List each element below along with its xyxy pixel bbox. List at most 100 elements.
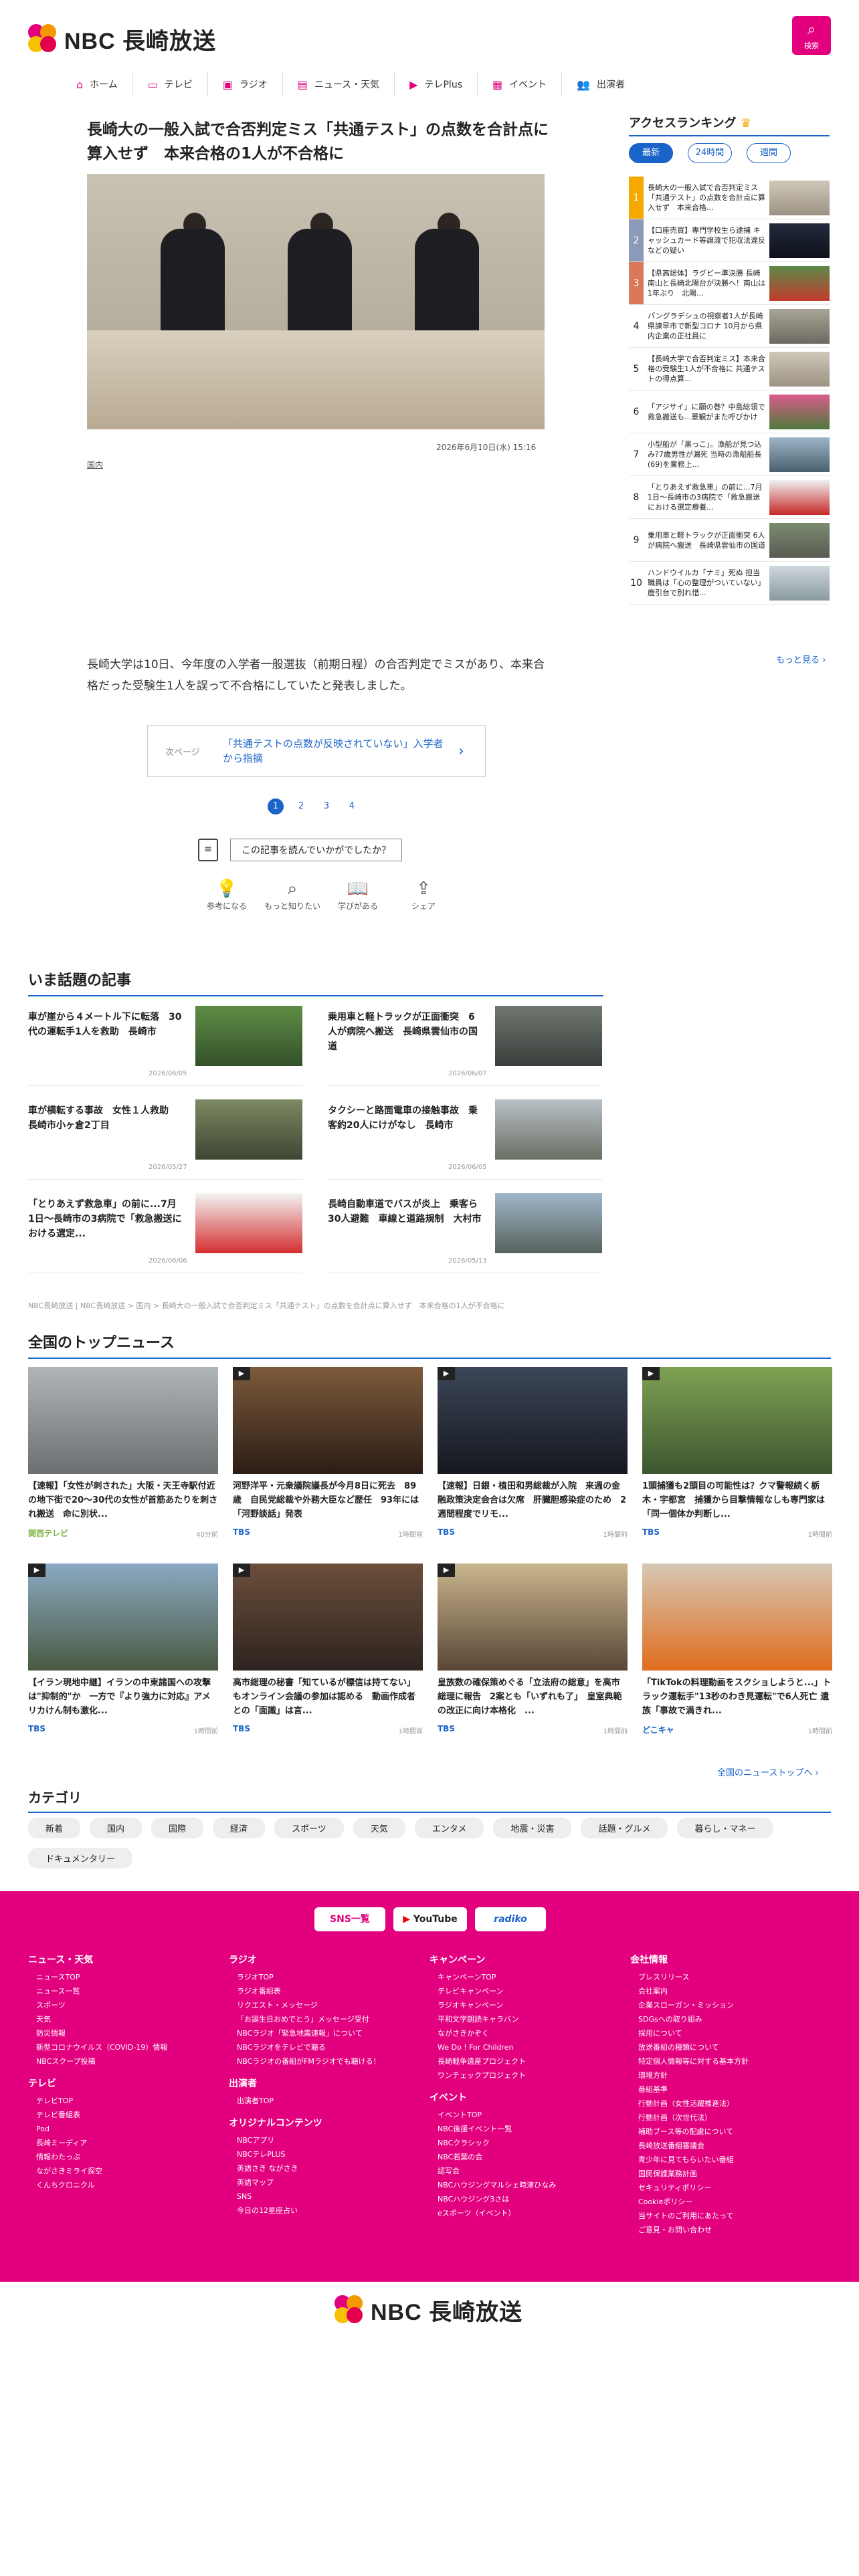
footer-link[interactable]: 「お誕生日おめでとう」メッセージ受付 (229, 2012, 430, 2026)
article-category-link[interactable]: 国内 (87, 459, 103, 470)
footer-link[interactable]: 出演者TOP (229, 2094, 430, 2108)
ranking-item[interactable]: 10 ハンドウイルカ「ナミ」死ぬ 担当職員は「心の整理がついていない」鹿引台で別れ… (629, 562, 830, 605)
footer-link[interactable]: 環境方針 (630, 2068, 831, 2082)
footer-link[interactable]: 番組基準 (630, 2082, 831, 2097)
footer-heading[interactable]: ニュース・天気 (28, 1953, 229, 1966)
national-item[interactable]: 【速報】「女性が刺された」大阪・天王寺駅付近の地下街で20〜30代の女性が首筋あ… (28, 1367, 218, 1554)
footer-link[interactable]: イベントTOP (430, 2108, 630, 2122)
category-chip[interactable]: ドキュメンタリー (28, 1848, 133, 1868)
national-item[interactable]: ▶ 高市総理の秘書「知ているが標信は持てない」もオンライン会議の参加は認める 動画… (233, 1564, 423, 1751)
ranking-more-link[interactable]: もっと見る › (776, 653, 826, 665)
ranking-item[interactable]: 7 小型船が「黒っこ」。漁船が見つ込み?7歳男性が漏死 当時の漁船船長(69)を業… (629, 433, 830, 476)
national-item[interactable]: ▶ 河野洋平・元衆議院議長が今月8日に死去 89歳 自民党総裁や外務大臣など歴任 … (233, 1367, 423, 1554)
footer-heading[interactable]: オリジナルコンテンツ (229, 2116, 430, 2129)
footer-link[interactable]: ワンチェックプロジェクト (430, 2068, 630, 2082)
category-chip[interactable]: 国内 (90, 1818, 142, 1838)
footer-link[interactable]: くんちクロニクル (28, 2178, 229, 2192)
footer-link[interactable]: 会社案内 (630, 1984, 831, 1998)
category-chip[interactable]: 話題・グルメ (581, 1818, 668, 1838)
topic-item[interactable]: 車が横転する事故 女性１人救助 長崎市小ヶ倉2丁目 2026/05/27 (28, 1097, 302, 1180)
category-chip[interactable]: エンタメ (414, 1818, 484, 1838)
radiko-button[interactable]: radiko (475, 1907, 546, 1931)
footer-logo[interactable]: NBC 長崎放送 (335, 2294, 522, 2327)
footer-link[interactable]: NBCハウジング3さは (430, 2192, 630, 2206)
ranking-item[interactable]: 5 【長崎大学で合否判定ミス】本来合格の受験生1人が不合格に 共通テストの得点算.… (629, 348, 830, 391)
ranking-item[interactable]: 4 パングラデシュの視察者1人が長崎県諫早市で新型コロナ 10月から県内企業の正社… (629, 305, 830, 348)
category-chip[interactable]: 国際 (151, 1818, 204, 1838)
footer-link[interactable]: 情報わたっぷ (28, 2150, 229, 2164)
tab-24h[interactable]: 24時間 (688, 143, 732, 163)
sns-list-button[interactable]: SNS一覧 (314, 1907, 385, 1931)
footer-link[interactable]: 長崎ミーディア (28, 2136, 229, 2150)
footer-link[interactable]: ラジオ番組表 (229, 1984, 430, 1998)
category-chip[interactable]: 新着 (28, 1818, 81, 1838)
footer-link[interactable]: スポーツ (28, 1998, 229, 2012)
footer-link[interactable]: 企業スローガン・ミッション (630, 1998, 831, 2012)
youtube-button[interactable]: ▶ YouTube (393, 1907, 467, 1931)
category-chip[interactable]: スポーツ (274, 1818, 344, 1838)
page-3[interactable]: 3 (318, 798, 335, 815)
footer-link[interactable]: 認写会 (430, 2164, 630, 2178)
footer-link[interactable]: テレビキャンペーン (430, 1984, 630, 1998)
footer-link[interactable]: NBCラジオ「緊急地震速報」について (229, 2026, 430, 2040)
footer-link[interactable]: 行動計画（次世代法） (630, 2111, 831, 2125)
footer-link[interactable]: ご意見・お問い合わせ (630, 2223, 831, 2237)
category-chip[interactable]: 天気 (353, 1818, 405, 1838)
search-button[interactable]: ⌕ 検索 (792, 16, 831, 55)
nav-news[interactable]: ▤ ニュース・天気 (283, 72, 395, 96)
footer-link[interactable]: NBCハウジングマルシェ時津ひなみ (430, 2178, 630, 2192)
nav-tv[interactable]: ▭ テレビ (133, 72, 208, 96)
footer-link[interactable]: テレビ番組表 (28, 2108, 229, 2122)
ranking-item[interactable]: 1 長崎大の一般入試で合否判定ミス「共通テスト」の点数を合計点に算入せず 本来合格… (629, 177, 830, 219)
category-chip[interactable]: 地震・災害 (493, 1818, 572, 1838)
topic-item[interactable]: タクシーと路面電車の接触事故 乗客約20人にけがなし 長崎市 2026/06/05 (328, 1097, 602, 1180)
footer-link[interactable]: NBCアプリ (229, 2133, 430, 2147)
national-more-link[interactable]: 全国のニューストップへ › (717, 1765, 819, 1778)
nav-event[interactable]: ▦ イベント (478, 72, 563, 96)
footer-heading[interactable]: 会社情報 (630, 1953, 831, 1966)
footer-link[interactable]: 長崎戦争遺産プロジェクト (430, 2054, 630, 2068)
footer-link[interactable]: 英語さき ながさき (229, 2161, 430, 2175)
footer-link[interactable]: NBCテレPLUS (229, 2147, 430, 2161)
footer-link[interactable]: ながさきかぞく (430, 2026, 630, 2040)
footer-link[interactable]: リクエスト・メッセージ (229, 1998, 430, 2012)
national-item[interactable]: ▶ 【速報】日銀・植田和男総裁が入院 来週の金融政策決定会合は欠席 肝臓胆感染症の… (438, 1367, 628, 1554)
footer-link[interactable]: 英語マップ (229, 2175, 430, 2189)
topic-item[interactable]: 「とりあえず救急車」の前に...7月1日〜長崎市の3病院で「救急搬送における選定… (28, 1190, 302, 1273)
footer-link[interactable]: 長崎放送番組審議会 (630, 2139, 831, 2153)
footer-link[interactable]: 新型コロナウイルス（COVID-19）情報 (28, 2040, 229, 2054)
footer-link[interactable]: 青少年に見てもらいたい番組 (630, 2153, 831, 2167)
footer-link[interactable]: eスポーツ（イベント） (430, 2206, 630, 2220)
footer-heading[interactable]: イベント (430, 2090, 630, 2104)
share-button[interactable]: ⇪ シェア (391, 877, 456, 911)
nav-teleplus[interactable]: ▶ テレPlus (395, 72, 478, 96)
footer-link[interactable]: Pod (28, 2122, 229, 2136)
footer-link[interactable]: 放送番組の種類について (630, 2040, 831, 2054)
footer-link[interactable]: ニュースTOP (28, 1970, 229, 1984)
topic-item[interactable]: 車が崖から４メートル下に転落 30代の運転手1人を救助 長崎市 2026/06/0… (28, 1003, 302, 1086)
footer-link[interactable]: テレビTOP (28, 2094, 229, 2108)
footer-link[interactable]: SDGsへの取り組み (630, 2012, 831, 2026)
footer-link[interactable]: 国民保護業務計画 (630, 2167, 831, 2181)
tab-weekly[interactable]: 週間 (747, 143, 791, 163)
footer-link[interactable]: Cookieポリシー (630, 2195, 831, 2209)
ranking-item[interactable]: 8 「とりあえず救急車」の前に...7月1日〜長崎市の3病院で「救急搬送における選… (629, 476, 830, 519)
page-4[interactable]: 4 (344, 798, 360, 815)
footer-heading[interactable]: ラジオ (229, 1953, 430, 1966)
national-item[interactable]: ▶ 1頭捕獲も2頭目の可能性は？クマ警報続く栃木・宇都宮 捕獲から目撃情報なしも専… (642, 1367, 832, 1554)
national-item[interactable]: ▶ 【イラン現地中継】イランの中東諸国への攻撃は"抑制的"か 一方で『より強力に対… (28, 1564, 218, 1751)
react-learn-button[interactable]: 📖 学びがある (325, 877, 391, 911)
topic-item[interactable]: 乗用車と軽トラックが正面衝突 6人が病院へ搬送 長崎県雲仙市の国道 2026/06… (328, 1003, 602, 1086)
national-item[interactable]: ▶ 皇族数の確保策めぐる「立法府の総意」を高市総理に報告 2案とも「いずれも了」 … (438, 1564, 628, 1751)
react-useful-button[interactable]: 💡 参考になる (194, 877, 260, 911)
footer-link[interactable]: NBCラジオの番組がFMラジオでも聴ける！ (229, 2054, 430, 2068)
footer-link[interactable]: 今日の12星座占い (229, 2204, 430, 2218)
footer-heading[interactable]: 出演者 (229, 2076, 430, 2090)
footer-link[interactable]: NBCスクープ投稿 (28, 2054, 229, 2068)
nav-cast[interactable]: 👥 出演者 (562, 72, 640, 96)
ranking-item[interactable]: 2 【口座売買】専門学校生ら逮捕 キャッシュカード等譲渡で犯収法違反などの疑い (629, 219, 830, 262)
national-item[interactable]: 「TikTokの料理動画をスクショしようと...」トラック運転手"13秒のわき見… (642, 1564, 832, 1751)
category-chip[interactable]: 暮らし・マネー (677, 1818, 773, 1838)
page-1[interactable]: 1 (268, 798, 284, 815)
react-more-button[interactable]: ⌕ もっと知りたい (260, 877, 325, 911)
